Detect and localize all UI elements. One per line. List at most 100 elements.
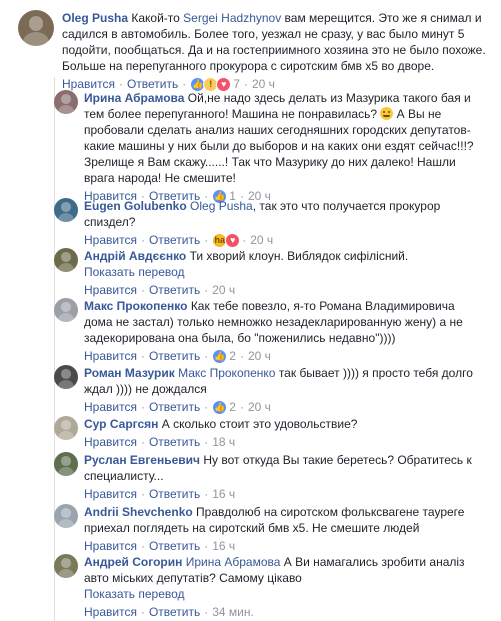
comment-ruslan-evgenievich: Руслан Евгеньевич Ну вот откуда Вы такие… <box>54 452 484 502</box>
separator: · <box>140 400 145 414</box>
separator: · <box>204 283 209 297</box>
comment-andrii-avdeenko: Андрій Авдєєнко Ти хворий клоун. Виблядо… <box>54 248 484 298</box>
mention-link[interactable]: Ирина Абрамова <box>186 555 281 569</box>
comment-timestamp[interactable]: 20 ч <box>248 399 271 415</box>
comment-eugen-golubenko: Eugen Golubenko Oleg Pusha, так это что … <box>54 198 484 248</box>
like-button[interactable]: Нравится <box>84 538 137 554</box>
separator: · <box>204 400 209 414</box>
separator: · <box>140 283 145 297</box>
like-button[interactable]: Нравится <box>84 604 137 620</box>
comment-text: Eugen Golubenko Oleg Pusha, так это что … <box>84 198 484 230</box>
avatar[interactable] <box>54 554 78 578</box>
separator: · <box>140 605 145 619</box>
comment-text: Сур Саргсян А сколько стоит это удовольс… <box>84 416 484 432</box>
reply-button[interactable]: Ответить <box>149 434 200 450</box>
comment-timestamp[interactable]: 18 ч <box>212 434 235 450</box>
author-name[interactable]: Руслан Евгеньевич <box>84 453 200 467</box>
author-name[interactable]: Роман Мазурик <box>84 366 175 380</box>
reactions-summary[interactable]: ha ♥ <box>212 232 241 248</box>
avatar[interactable] <box>54 90 78 114</box>
separator: · <box>204 233 209 247</box>
like-button[interactable]: Нравится <box>84 399 137 415</box>
comment-text: Андрей Согорин Ирина Абрамова А Ви намаг… <box>84 554 484 586</box>
comment-sur-sargsyan: Сур Саргсян А сколько стоит это удовольс… <box>54 416 484 450</box>
comment-text: Руслан Евгеньевич Ну вот откуда Вы такие… <box>84 452 484 484</box>
separator: · <box>204 605 209 619</box>
comment-text-segment: Ти хворий клоун. Виблядок сифілісний. <box>186 249 409 263</box>
comment-roman-mazurik: Роман Мазурик Макс Прокопенко так бывает… <box>54 365 484 415</box>
separator: · <box>140 487 145 501</box>
comment-actions: Нравится · Ответить · 👍 2 · 20 ч <box>84 348 484 364</box>
author-name[interactable]: Сур Саргсян <box>84 417 158 431</box>
comment-text: Макс Прокопенко Как тебе повезло, я-то Р… <box>84 298 484 346</box>
separator: · <box>140 349 145 363</box>
author-name[interactable]: Oleg Pusha <box>62 11 128 25</box>
comment-text: Роман Мазурик Макс Прокопенко так бывает… <box>84 365 484 397</box>
comment-text-segment: Какой-то <box>128 11 184 25</box>
comment-timestamp[interactable]: 20 ч <box>212 282 235 298</box>
like-button[interactable]: Нравится <box>84 282 137 298</box>
reactions-summary[interactable]: 👍 2 <box>212 348 236 364</box>
reaction-count: 2 <box>229 349 236 363</box>
comment-actions: Нравится · Ответить · 18 ч <box>84 434 484 450</box>
like-reaction-icon: 👍 <box>212 348 228 364</box>
reply-button[interactable]: Ответить <box>149 348 200 364</box>
reactions-summary[interactable]: 👍 2 <box>212 399 236 415</box>
separator: · <box>140 435 145 449</box>
comment-irina-abramova: Ирина Абрамова Ой,не надо здесь делать и… <box>54 90 484 204</box>
comment-oleg-pusha: Oleg Pusha Какой-то Sergei Hadzhynov вам… <box>18 10 488 92</box>
avatar[interactable] <box>54 365 78 389</box>
mention-link[interactable]: Макс Прокопенко <box>178 366 275 380</box>
comment-actions: Нравится · Ответить · 16 ч <box>84 538 484 554</box>
reply-button[interactable]: Ответить <box>149 399 200 415</box>
separator: · <box>204 349 209 363</box>
avatar[interactable] <box>54 198 78 222</box>
love-reaction-icon: ♥ <box>225 232 241 248</box>
avatar[interactable] <box>54 298 78 322</box>
reply-button[interactable]: Ответить <box>149 538 200 554</box>
separator: · <box>140 539 145 553</box>
like-button[interactable]: Нравится <box>84 434 137 450</box>
mention-link[interactable]: Sergei Hadzhynov <box>183 11 281 25</box>
author-name[interactable]: Андрій Авдєєнко <box>84 249 186 263</box>
comment-actions: Нравится · Ответить · 20 ч <box>84 282 484 298</box>
like-reaction-icon: 👍 <box>212 399 228 415</box>
reply-button[interactable]: Ответить <box>149 282 200 298</box>
separator: · <box>204 435 209 449</box>
show-translation-link[interactable]: Показать перевод <box>84 587 484 602</box>
reply-button[interactable]: Ответить <box>149 486 200 502</box>
comment-timestamp[interactable]: 16 ч <box>212 486 235 502</box>
comment-andrei-sogorin: Андрей Согорин Ирина Абрамова А Ви намаг… <box>54 554 484 620</box>
avatar[interactable] <box>54 504 78 528</box>
separator: · <box>204 487 209 501</box>
separator: · <box>242 233 247 247</box>
comment-actions: Нравится · Ответить · ha ♥ · 20 ч <box>84 232 484 248</box>
comment-timestamp[interactable]: 16 ч <box>212 538 235 554</box>
author-name[interactable]: Eugen Golubenko <box>84 199 187 213</box>
reply-button[interactable]: Ответить <box>149 604 200 620</box>
like-button[interactable]: Нравится <box>84 232 137 248</box>
like-button[interactable]: Нравится <box>84 486 137 502</box>
mention-link[interactable]: Oleg Pusha <box>190 199 253 213</box>
comment-text-segment: А сколько стоит это удовольствие? <box>158 417 358 431</box>
avatar[interactable] <box>54 248 78 272</box>
comment-actions: Нравится · Ответить · 34 мин. <box>84 604 484 620</box>
avatar[interactable] <box>18 10 54 46</box>
author-name[interactable]: Andrii Shevchenko <box>84 505 193 519</box>
like-button[interactable]: Нравится <box>84 348 137 364</box>
show-translation-link[interactable]: Показать перевод <box>84 265 484 280</box>
comment-actions: Нравится · Ответить · 16 ч <box>84 486 484 502</box>
comment-andrii-shevchenko: Andrii Shevchenko Правдолюб на сиротском… <box>54 504 484 554</box>
avatar[interactable] <box>54 452 78 476</box>
comment-timestamp[interactable]: 20 ч <box>250 232 273 248</box>
comment-text: Ирина Абрамова Ой,не надо здесь делать и… <box>84 90 484 186</box>
comment-timestamp[interactable]: 20 ч <box>248 348 271 364</box>
comment-timestamp[interactable]: 34 мин. <box>212 604 254 620</box>
avatar[interactable] <box>54 416 78 440</box>
separator: · <box>140 233 145 247</box>
comment-maks-prokopenko: Макс Прокопенко Как тебе повезло, я-то Р… <box>54 298 484 364</box>
author-name[interactable]: Ирина Абрамова <box>84 91 184 105</box>
reply-button[interactable]: Ответить <box>149 232 200 248</box>
author-name[interactable]: Макс Прокопенко <box>84 299 187 313</box>
author-name[interactable]: Андрей Согорин <box>84 555 182 569</box>
